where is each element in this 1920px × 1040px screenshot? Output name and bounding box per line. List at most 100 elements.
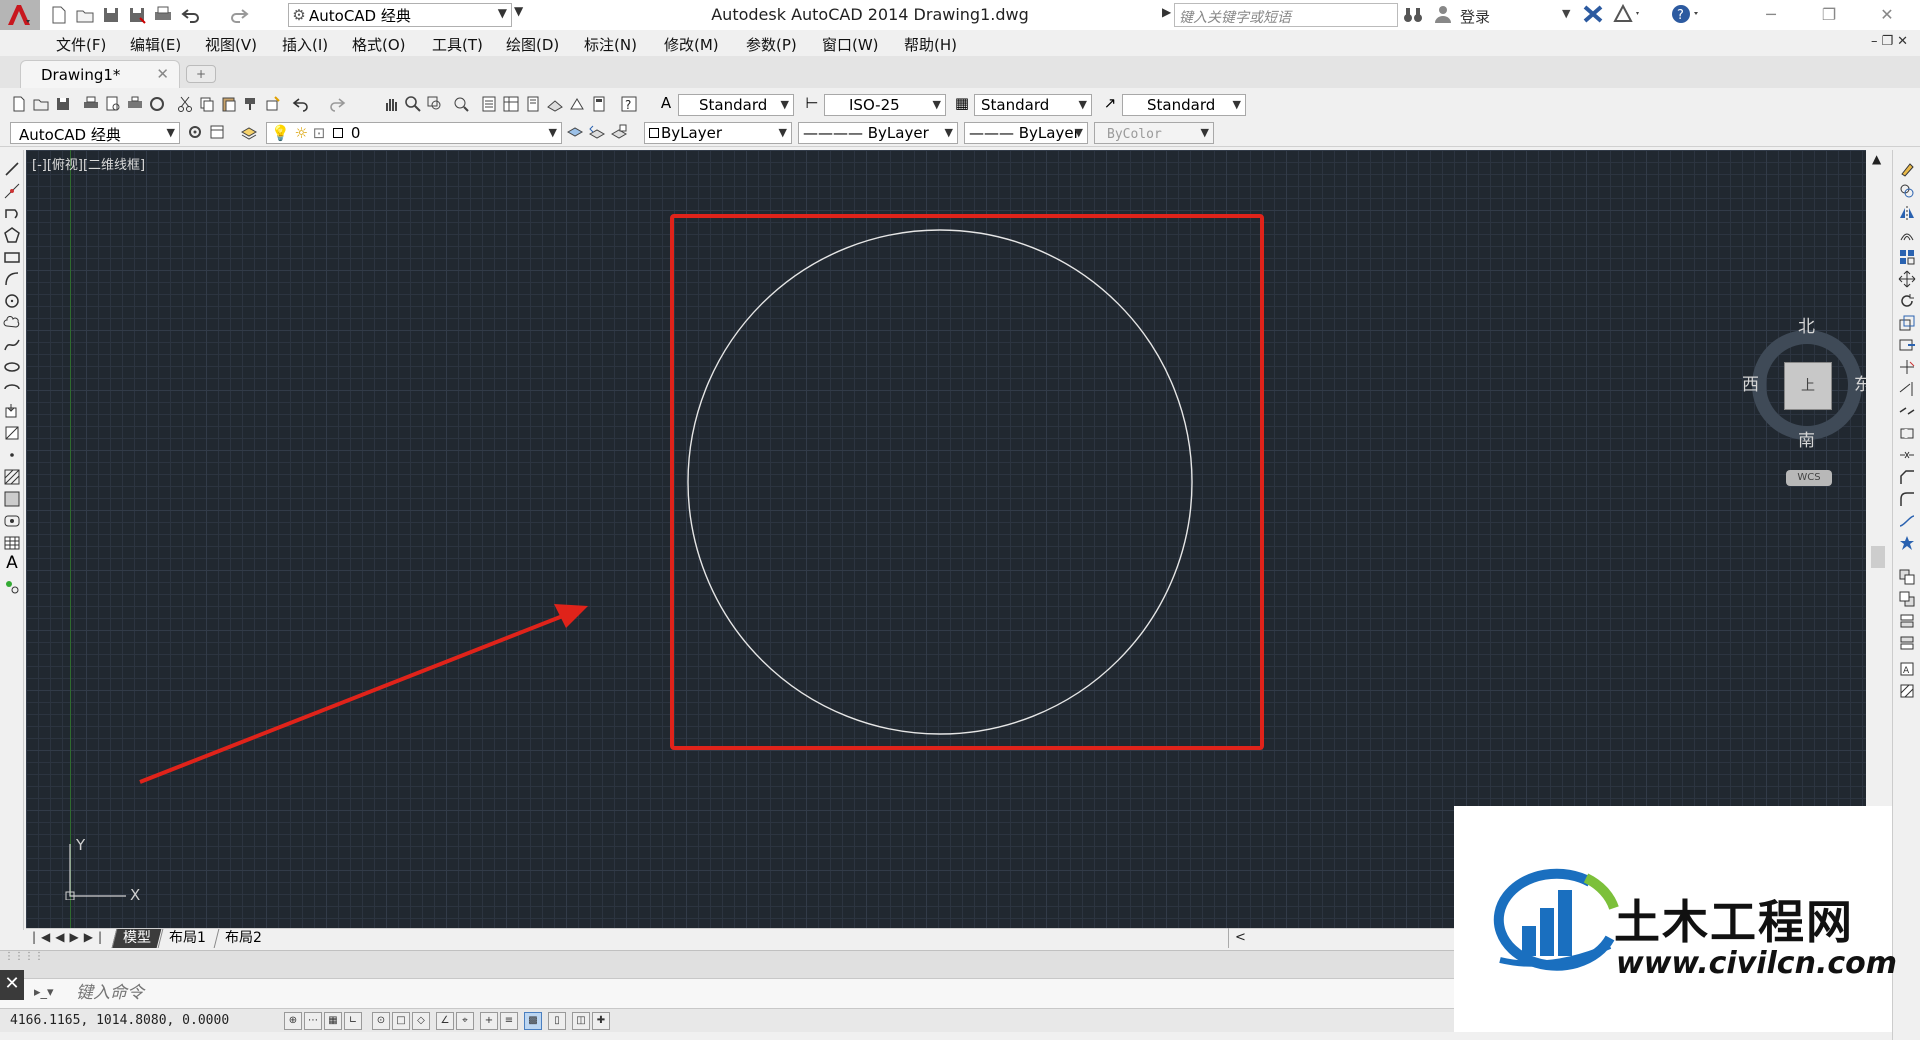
grid-display-icon[interactable]: ▦	[324, 1012, 342, 1030]
plot-icon[interactable]	[82, 95, 100, 113]
chevron-down-icon[interactable]: ▼	[1562, 7, 1570, 20]
layer-properties-icon[interactable]	[240, 123, 258, 141]
point-icon[interactable]	[3, 446, 21, 464]
restore-button[interactable]: ❐	[1806, 0, 1852, 30]
lineweight-dropdown[interactable]: ——— ByLayer ▼	[964, 122, 1088, 144]
explode-icon[interactable]	[1898, 534, 1916, 552]
zoom-window-icon[interactable]	[426, 95, 444, 113]
zoom-realtime-icon[interactable]	[404, 95, 422, 113]
scroll-left-icon[interactable]: <	[1228, 928, 1246, 948]
fillet-icon[interactable]	[1898, 490, 1916, 508]
make-object-layer-current-icon[interactable]	[566, 123, 584, 141]
sheet-set-icon[interactable]	[546, 95, 564, 113]
menu-format[interactable]: 格式(O)	[352, 34, 406, 55]
sun-icon[interactable]: ☼	[294, 124, 307, 142]
layer-color-swatch[interactable]	[333, 128, 344, 138]
workspace-settings-icon[interactable]	[186, 123, 204, 141]
insert-block-icon[interactable]	[3, 402, 21, 420]
offset-icon[interactable]	[1898, 226, 1916, 244]
menu-view[interactable]: 视图(V)	[205, 34, 257, 55]
publish-icon[interactable]	[126, 95, 144, 113]
tab-layout2[interactable]: 布局2	[213, 929, 273, 948]
compass-north[interactable]: 北	[1798, 312, 1815, 337]
table-style-dropdown[interactable]: Standard ▼	[974, 94, 1092, 116]
arc-icon[interactable]	[3, 270, 21, 288]
ortho-mode-icon[interactable]: ∟	[344, 1012, 362, 1030]
menu-dimension[interactable]: 标注(N)	[584, 34, 637, 55]
cursor-coordinates[interactable]: 4166.1165, 1014.8080, 0.0000	[10, 1013, 229, 1028]
help-icon[interactable]: ?	[1670, 3, 1704, 29]
design-center-icon[interactable]	[502, 95, 520, 113]
chamfer-icon[interactable]	[1898, 468, 1916, 486]
lineweight-icon[interactable]: ≡	[500, 1012, 518, 1030]
line-icon[interactable]	[3, 160, 21, 178]
viewcube-top-face[interactable]: 上	[1784, 362, 1832, 410]
menu-file[interactable]: 文件(F)	[56, 34, 106, 55]
menu-draw[interactable]: 绘图(D)	[506, 34, 559, 55]
document-window-controls[interactable]: –❐✕	[1871, 34, 1912, 49]
linetype-dropdown[interactable]: ———— ByLayer ▼	[798, 122, 958, 144]
ellipse-icon[interactable]	[3, 358, 21, 376]
workspace-combo[interactable]: AutoCAD 经典 ▼	[10, 122, 180, 144]
lightbulb-icon[interactable]: 💡	[271, 124, 290, 142]
cut-icon[interactable]	[176, 95, 194, 113]
application-menu-button[interactable]	[0, 0, 40, 30]
tool-palettes-icon[interactable]	[524, 95, 542, 113]
tab-layout1[interactable]: 布局1	[157, 929, 217, 948]
text-style-dropdown[interactable]: Standard ▼	[678, 94, 794, 116]
menu-window[interactable]: 窗口(W)	[822, 34, 879, 55]
minimize-button[interactable]: ─	[1748, 0, 1794, 30]
hatch-icon[interactable]	[3, 468, 21, 486]
quick-properties-icon[interactable]: ▯	[548, 1012, 566, 1030]
mirror-icon[interactable]	[1898, 204, 1916, 222]
draw-order-under-icon[interactable]	[1898, 634, 1916, 652]
scroll-thumb[interactable]	[1871, 546, 1885, 568]
blend-curves-icon[interactable]	[1898, 512, 1916, 530]
dynamic-ucs-icon[interactable]: ⌖	[456, 1012, 474, 1030]
close-button[interactable]: ✕	[1864, 0, 1910, 30]
construction-line-icon[interactable]	[3, 182, 21, 200]
calculator-icon[interactable]	[590, 95, 608, 113]
move-icon[interactable]	[1898, 270, 1916, 288]
stretch-icon[interactable]	[1898, 336, 1916, 354]
spline-icon[interactable]	[3, 336, 21, 354]
close-icon[interactable]: ✕	[156, 65, 169, 83]
command-line-close-button[interactable]: ✕	[0, 970, 24, 1000]
workspace-toolbar-icon[interactable]	[208, 123, 226, 141]
command-input[interactable]	[76, 982, 1076, 1004]
table-icon[interactable]	[3, 534, 21, 552]
layer-dropdown[interactable]: 💡 ☼ ⊡ 0 ▼	[266, 122, 562, 144]
dimension-style-icon[interactable]: ⊢	[802, 94, 822, 114]
add-selected-icon[interactable]	[3, 578, 21, 596]
wcs-menu-button[interactable]: WCS	[1786, 470, 1832, 486]
scroll-up-icon[interactable]: ▲	[1872, 152, 1881, 166]
polygon-icon[interactable]	[3, 226, 21, 244]
rectangle-icon[interactable]	[3, 248, 21, 266]
selection-cycling-icon[interactable]: ◫	[572, 1012, 590, 1030]
new-icon[interactable]	[10, 95, 28, 113]
new-file-icon[interactable]	[48, 4, 70, 26]
region-icon[interactable]	[3, 512, 21, 530]
extend-icon[interactable]	[1898, 380, 1916, 398]
new-tab-button[interactable]: +	[186, 65, 216, 83]
workspace-dropdown[interactable]: ⚙ AutoCAD 经典 ▼	[288, 3, 512, 27]
dimension-style-dropdown[interactable]: ISO-25 ▼	[824, 94, 946, 116]
markup-icon[interactable]	[568, 95, 586, 113]
save-icon[interactable]	[54, 95, 72, 113]
login-button[interactable]: 登录	[1460, 6, 1490, 27]
layout-navigation-arrows[interactable]: |◀◀▶▶|	[32, 930, 107, 944]
plot-preview-icon[interactable]	[104, 95, 122, 113]
match-properties-icon[interactable]	[242, 95, 260, 113]
compass-south[interactable]: 南	[1798, 426, 1815, 451]
menu-edit[interactable]: 编辑(E)	[130, 34, 181, 55]
rotate-icon[interactable]	[1898, 292, 1916, 310]
binoculars-icon[interactable]	[1402, 4, 1424, 31]
menu-parametric[interactable]: 参数(P)	[746, 34, 797, 55]
open-file-icon[interactable]	[74, 4, 96, 26]
lock-icon[interactable]: ⊡	[313, 124, 326, 142]
menu-help[interactable]: 帮助(H)	[904, 34, 957, 55]
save-as-icon[interactable]	[126, 4, 148, 26]
a360-icon[interactable]	[1612, 3, 1642, 29]
redo-icon[interactable]	[328, 95, 346, 113]
infer-constraints-icon[interactable]: ⊕	[284, 1012, 302, 1030]
